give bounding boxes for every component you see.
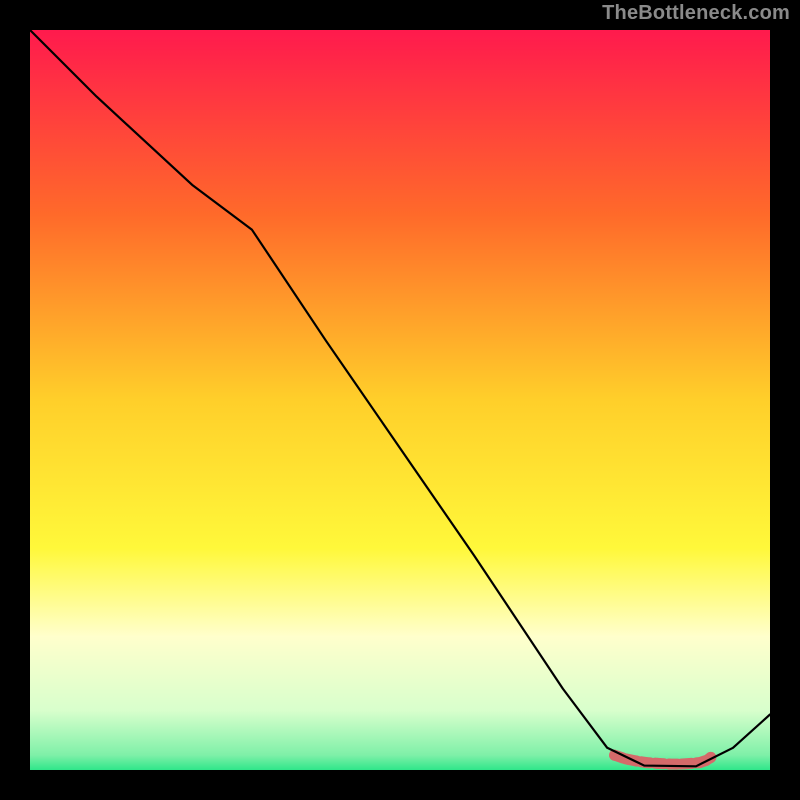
flat-marker-dot [664, 759, 675, 770]
bottleneck-chart [0, 0, 800, 800]
watermark-text: TheBottleneck.com [602, 2, 790, 25]
flat-marker-dot [652, 758, 663, 769]
plot-area [30, 30, 770, 770]
flat-marker-dot [676, 759, 687, 770]
